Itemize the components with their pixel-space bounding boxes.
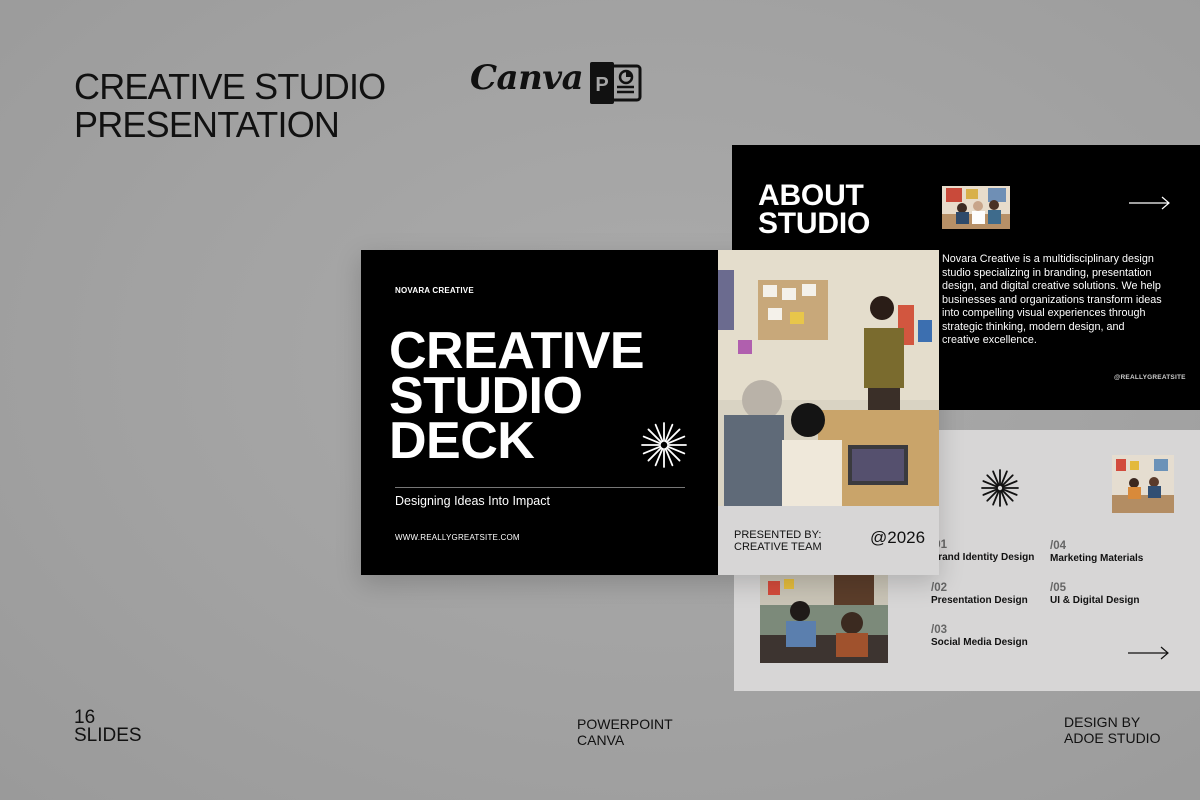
slides-count: 16 <box>74 707 96 728</box>
next-arrow-icon <box>1129 196 1170 210</box>
team-photo-small <box>1112 455 1174 513</box>
cover-website: WWW.REALLYGREATSITE.COM <box>395 533 520 542</box>
brand-name: NOVARA CREATIVE <box>395 286 474 295</box>
slides-label: SLIDES <box>74 725 142 746</box>
starburst-icon <box>981 469 1019 507</box>
next-arrow-icon <box>1128 646 1169 660</box>
team-photo-small <box>942 186 1010 229</box>
about-handle: @REALLYGREATSITE <box>1114 374 1186 381</box>
designer-label: DESIGN BY ADOE STUDIO <box>1064 714 1161 746</box>
about-title: ABOUT STUDIO <box>758 179 871 240</box>
divider <box>395 487 685 488</box>
canva-logo: Canva <box>470 58 584 98</box>
cover-title: CREATIVE STUDIO DECK <box>389 322 645 470</box>
service-item: /05 UI & Digital Design <box>1050 582 1140 606</box>
starburst-icon <box>641 422 687 468</box>
service-item: /02 Presentation Design <box>931 582 1028 606</box>
cover-tagline: Designing Ideas Into Impact <box>395 494 550 508</box>
service-item: /03 Social Media Design <box>931 624 1028 648</box>
cover-slide: NOVARA CREATIVE CREATIVE STUDIO DECK Des… <box>361 250 939 575</box>
presented-by: PRESENTED BY: CREATIVE TEAM <box>734 529 822 553</box>
powerpoint-icon: P <box>590 62 642 104</box>
team-photo-large <box>760 575 888 663</box>
service-item: /01 Brand Identity Design <box>931 539 1035 563</box>
page-title: CREATIVE STUDIO PRESENTATION <box>74 66 386 145</box>
platforms-label: POWERPOINT CANVA <box>577 716 673 748</box>
cover-footer: PRESENTED BY: CREATIVE TEAM @2026 <box>718 506 939 575</box>
year-label: @2026 <box>870 528 926 547</box>
team-meeting-photo <box>718 250 939 506</box>
cover-dark-panel: NOVARA CREATIVE CREATIVE STUDIO DECK Des… <box>361 250 718 575</box>
svg-text:P: P <box>595 74 608 96</box>
service-item: /04 Marketing Materials <box>1050 540 1144 564</box>
about-description: Novara Creative is a multidisciplinary d… <box>942 253 1162 346</box>
